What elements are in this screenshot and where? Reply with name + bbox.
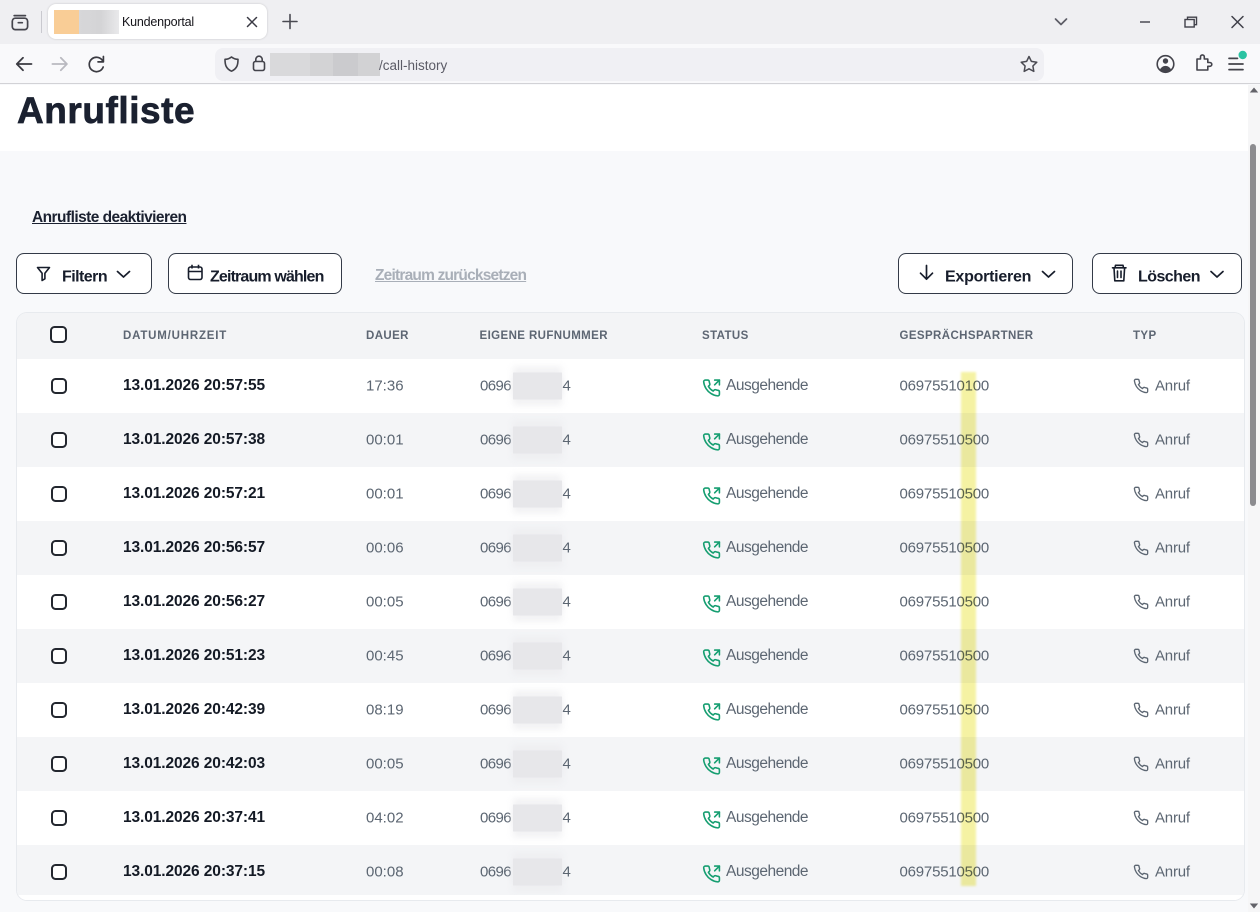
- svg-text:Exportieren: Exportieren: [945, 269, 1031, 286]
- svg-text:Löschen: Löschen: [1138, 269, 1200, 286]
- svg-text:Zeitraum wählen: Zeitraum wählen: [210, 269, 324, 286]
- svg-text:Filtern: Filtern: [62, 269, 107, 286]
